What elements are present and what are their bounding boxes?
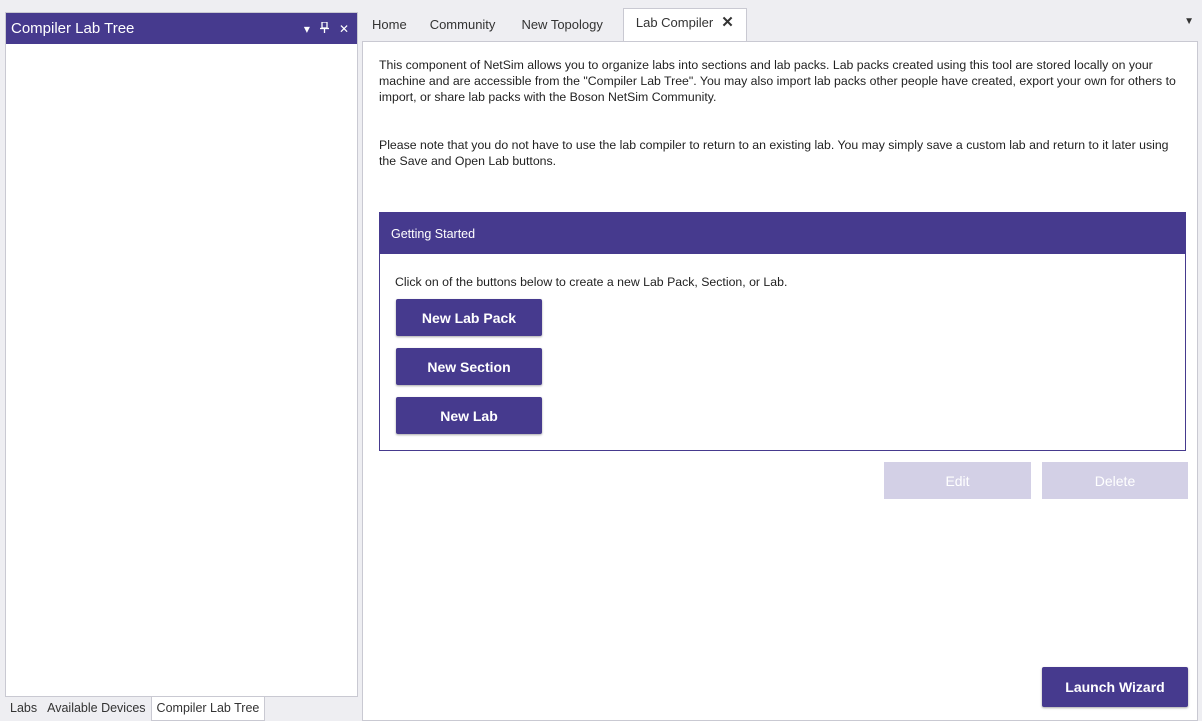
tab-labs[interactable]: Labs bbox=[5, 697, 42, 721]
new-lab-button[interactable]: New Lab bbox=[396, 397, 542, 434]
tab-compiler-lab-tree[interactable]: Compiler Lab Tree bbox=[150, 697, 266, 721]
close-icon[interactable]: ✕ bbox=[339, 23, 349, 35]
intro-text: This component of NetSim allows you to o… bbox=[379, 58, 1176, 104]
panel-title: Compiler Lab Tree bbox=[11, 20, 135, 37]
delete-button[interactable]: Delete bbox=[1042, 462, 1188, 499]
tab-available-devices[interactable]: Available Devices bbox=[42, 697, 150, 721]
tab-label: Lab Compiler bbox=[635, 15, 714, 30]
document-tabs: Home Community New Topology Lab Compiler… bbox=[362, 8, 1198, 42]
panel-header: Compiler Lab Tree ▾ ✕ bbox=[6, 13, 357, 44]
tab-lab-compiler[interactable]: Lab Compiler ✕ bbox=[622, 8, 747, 42]
close-tab-icon[interactable]: ✕ bbox=[721, 15, 734, 30]
lab-tree-view[interactable] bbox=[6, 44, 357, 696]
note-text: Please note that you do not have to use … bbox=[379, 138, 1169, 168]
getting-started-box: Getting Started Click on of the buttons … bbox=[379, 212, 1186, 451]
left-panel-tabs: Labs Available Devices Compiler Lab Tree bbox=[5, 697, 266, 721]
new-section-button[interactable]: New Section bbox=[396, 348, 542, 385]
tab-list-menu-icon[interactable]: ▼ bbox=[1184, 16, 1194, 27]
launch-wizard-button[interactable]: Launch Wizard bbox=[1042, 667, 1188, 707]
getting-started-text: Click on of the buttons below to create … bbox=[395, 275, 788, 289]
pin-icon[interactable] bbox=[319, 21, 329, 35]
panel-controls: ▾ ✕ bbox=[304, 21, 349, 35]
tab-community[interactable]: Community bbox=[418, 8, 510, 42]
dropdown-icon[interactable]: ▾ bbox=[304, 23, 310, 35]
lab-compiler-content: This component of NetSim allows you to o… bbox=[362, 41, 1198, 721]
compiler-lab-tree-panel: Compiler Lab Tree ▾ ✕ bbox=[5, 12, 358, 697]
tab-new-topology[interactable]: New Topology bbox=[509, 8, 622, 42]
tab-home[interactable]: Home bbox=[362, 8, 418, 42]
new-lab-pack-button[interactable]: New Lab Pack bbox=[396, 299, 542, 336]
getting-started-header: Getting Started bbox=[380, 213, 1185, 254]
edit-button[interactable]: Edit bbox=[884, 462, 1031, 499]
